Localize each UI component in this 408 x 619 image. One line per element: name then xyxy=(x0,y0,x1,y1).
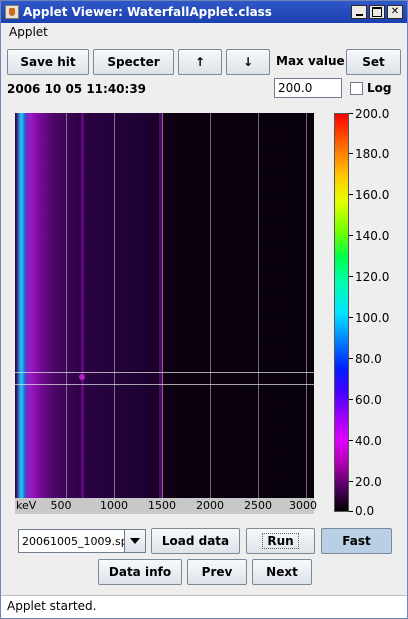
run-button[interactable]: Run xyxy=(246,528,315,554)
grid-line xyxy=(114,113,115,498)
file-select-value: 20061005_1009.spc xyxy=(22,534,124,548)
color-scale-tick xyxy=(349,399,353,400)
specter-label: Specter xyxy=(107,55,160,69)
set-button[interactable]: Set xyxy=(346,49,401,75)
color-scale-tick xyxy=(349,194,353,195)
color-scale-label: 60.0 xyxy=(355,393,382,407)
file-select-dropdown-button[interactable] xyxy=(124,530,145,552)
color-scale-tick xyxy=(349,481,353,482)
x-tick: 3000 xyxy=(289,499,317,512)
color-scale-label: 160.0 xyxy=(355,188,390,202)
java-icon xyxy=(5,5,19,19)
color-scale-label: 140.0 xyxy=(355,229,390,243)
color-scale-tick xyxy=(349,358,353,359)
color-scale-tick xyxy=(349,317,353,318)
color-scale-tick xyxy=(349,440,353,441)
log-checkbox-box[interactable] xyxy=(350,81,363,95)
color-scale-label: 40.0 xyxy=(355,434,382,448)
data-info-button[interactable]: Data info xyxy=(98,559,182,585)
waterfall-plot[interactable] xyxy=(15,113,314,498)
x-tick: 2000 xyxy=(196,499,224,512)
x-tick: 1000 xyxy=(100,499,128,512)
color-scale-ticks: 200.0 180.0 160.0 140.0 120.0 100.0 80.0… xyxy=(349,107,408,518)
color-scale-label: 0.0 xyxy=(355,504,375,518)
x-tick: 2500 xyxy=(244,499,272,512)
save-hit-label: Save hit xyxy=(20,55,76,69)
chevron-down-icon xyxy=(130,538,140,544)
arrow-up-icon: ↑ xyxy=(194,55,206,69)
color-scale-label: 180.0 xyxy=(355,147,390,161)
close-icon[interactable]: ✕ xyxy=(387,5,403,19)
color-scale-tick xyxy=(349,113,353,114)
x-tick: 500 xyxy=(50,499,72,512)
fast-label: Fast xyxy=(342,534,371,548)
run-label: Run xyxy=(262,533,299,549)
color-scale-label: 120.0 xyxy=(355,270,390,284)
max-value-input[interactable] xyxy=(274,78,342,98)
timestamp: 2006 10 05 11:40:39 xyxy=(7,82,147,96)
window-title: Applet Viewer: WaterfallApplet.class xyxy=(23,5,272,19)
grid-line xyxy=(162,113,163,498)
maximize-icon[interactable] xyxy=(369,5,385,19)
applet-window: Applet Viewer: WaterfallApplet.class ✕ A… xyxy=(0,0,408,619)
load-data-button[interactable]: Load data xyxy=(151,528,240,554)
cursor-line xyxy=(15,384,314,385)
up-button[interactable]: ↑ xyxy=(178,49,222,75)
color-scale-tick xyxy=(349,276,353,277)
down-button[interactable]: ↓ xyxy=(226,49,270,75)
set-label: Set xyxy=(362,55,385,69)
log-checkbox[interactable]: Log xyxy=(350,81,391,95)
max-value-label: Max value : xyxy=(276,54,354,68)
color-scale-label: 100.0 xyxy=(355,311,390,325)
color-scale-tick xyxy=(349,235,353,236)
log-label: Log xyxy=(367,81,392,95)
color-scale-tick xyxy=(349,511,353,512)
menu-bar: Applet xyxy=(1,23,407,41)
save-hit-button[interactable]: Save hit xyxy=(7,49,89,75)
grid-line xyxy=(210,113,211,498)
prev-label: Prev xyxy=(201,565,233,579)
next-label: Next xyxy=(266,565,298,579)
color-scale-tick xyxy=(349,153,353,154)
spectral-band xyxy=(81,113,84,498)
cursor-line xyxy=(15,372,314,373)
minimize-icon[interactable] xyxy=(351,5,367,19)
menu-applet[interactable]: Applet xyxy=(9,25,48,39)
fast-button[interactable]: Fast xyxy=(321,528,392,554)
color-scale-bar xyxy=(334,113,349,512)
x-axis-unit: keV xyxy=(16,499,37,512)
file-select[interactable]: 20061005_1009.spc xyxy=(18,529,146,553)
status-text: Applet started. xyxy=(7,599,97,613)
grid-line xyxy=(258,113,259,498)
arrow-down-icon: ↓ xyxy=(242,55,254,69)
color-scale-label: 200.0 xyxy=(355,107,390,121)
load-data-label: Load data xyxy=(161,534,230,548)
color-scale-label: 80.0 xyxy=(355,352,382,366)
hit-marker xyxy=(79,374,85,380)
x-axis: keV 500 1000 1500 2000 2500 3000 xyxy=(15,498,317,514)
title-bar[interactable]: Applet Viewer: WaterfallApplet.class ✕ xyxy=(1,1,407,23)
grid-line xyxy=(66,113,67,498)
x-tick: 1500 xyxy=(148,499,176,512)
status-bar: Applet started. xyxy=(1,595,407,618)
waterfall-noise xyxy=(15,113,314,498)
specter-button[interactable]: Specter xyxy=(93,49,174,75)
data-info-label: Data info xyxy=(108,565,172,579)
next-button[interactable]: Next xyxy=(252,559,312,585)
grid-line xyxy=(306,113,307,498)
prev-button[interactable]: Prev xyxy=(187,559,247,585)
color-scale-label: 20.0 xyxy=(355,475,382,489)
